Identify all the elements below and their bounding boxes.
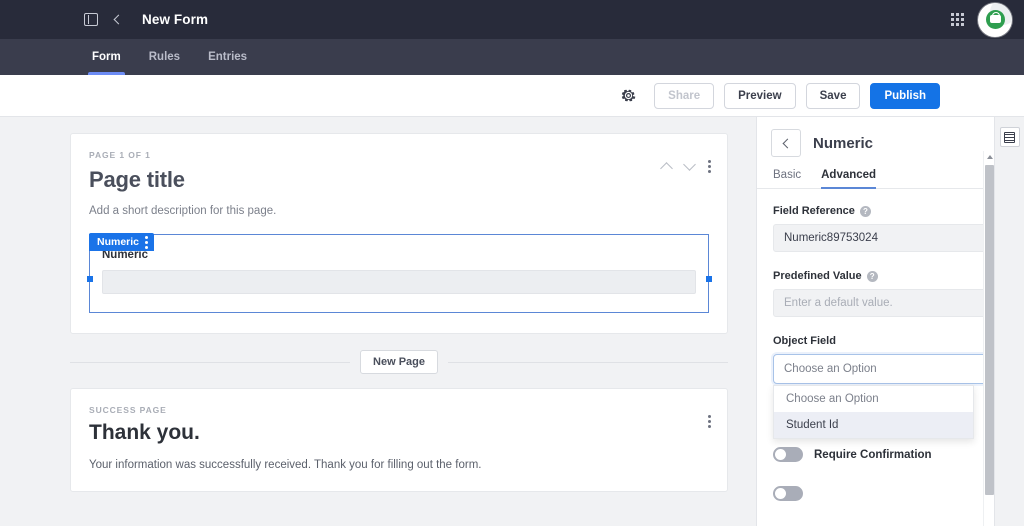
object-field-selected-value: Choose an Option (784, 363, 877, 375)
dropdown-option-student-id[interactable]: Student Id (774, 412, 973, 438)
help-circle-icon[interactable]: ? (859, 205, 871, 217)
form-canvas: PAGE 1 OF 1 Page title Add a short descr… (0, 117, 756, 526)
tab-entries[interactable]: Entries (194, 39, 261, 75)
success-page-card: SUCCESS PAGE Thank you. Your information… (70, 388, 728, 492)
vertical-scrollbar[interactable] (983, 151, 994, 526)
new-page-divider: New Page (70, 350, 728, 374)
dropdown-option-choose[interactable]: Choose an Option (774, 386, 973, 412)
sidebar-toggle-button[interactable] (78, 7, 104, 33)
divider-line-right (447, 361, 728, 363)
kebab-menu-icon[interactable] (708, 160, 711, 173)
predefined-value-input[interactable]: Enter a default value. (773, 289, 1008, 317)
success-card-actions (708, 415, 711, 428)
save-button[interactable]: Save (805, 82, 861, 109)
field-reference-input[interactable]: Numeric89753024 (773, 224, 1008, 252)
tab-advanced[interactable]: Advanced (821, 169, 877, 189)
page-title: New Form (142, 12, 209, 27)
tab-rules-label: Rules (148, 51, 181, 63)
field-kebab-menu-icon[interactable] (145, 235, 149, 249)
top-bar-actions (951, 2, 1012, 37)
panel-back-button[interactable] (771, 129, 801, 157)
chevron-left-icon (782, 138, 793, 148)
help-circle-icon[interactable]: ? (866, 270, 878, 282)
page-card-actions (660, 158, 711, 175)
back-button[interactable] (104, 7, 130, 33)
right-rail (994, 117, 1024, 526)
tab-form-label: Form (92, 51, 121, 63)
success-kebab-menu-icon[interactable] (708, 415, 711, 428)
scrollbar-thumb[interactable] (985, 165, 994, 495)
preview-button[interactable]: Preview (724, 82, 796, 109)
form-field-numeric[interactable]: Numeric Numeric (86, 233, 712, 313)
numeric-input[interactable] (102, 270, 696, 294)
sidebar-panel-icon (84, 13, 98, 26)
tab-advanced-label: Advanced (821, 169, 877, 181)
tab-basic[interactable]: Basic (773, 169, 801, 188)
publish-button[interactable]: Publish (870, 82, 940, 109)
tab-entries-label: Entries (208, 51, 248, 63)
divider-line-left (70, 361, 351, 363)
field-box[interactable]: Numeric (86, 234, 712, 313)
field-reference-label-text: Field Reference (773, 205, 855, 217)
top-bar: New Form (0, 0, 1024, 39)
field-type-tag-label: Numeric (97, 236, 140, 248)
success-page-title[interactable]: Thank you. (89, 421, 709, 445)
panel-list-icon (1004, 131, 1015, 143)
chevron-down-icon[interactable] (683, 158, 696, 171)
tab-rules[interactable]: Rules (135, 39, 194, 75)
tab-basic-label: Basic (773, 169, 802, 181)
chevron-up-icon[interactable] (660, 162, 673, 175)
object-field-dropdown[interactable]: Choose an Option Student Id (773, 385, 974, 439)
require-confirmation-row: Require Confirmation (773, 447, 1008, 462)
main-area: PAGE 1 OF 1 Page title Add a short descr… (0, 117, 1024, 526)
avatar[interactable] (978, 2, 1012, 37)
require-confirmation-toggle[interactable] (773, 447, 803, 462)
main-tab-bar: Form Rules Entries (0, 39, 1024, 75)
page-eyebrow: PAGE 1 OF 1 (89, 150, 151, 160)
predefined-value-label: Predefined Value ? (773, 270, 1008, 282)
new-page-button[interactable]: New Page (360, 350, 438, 374)
grid-apps-icon[interactable] (951, 13, 964, 26)
field-type-tag[interactable]: Numeric (89, 233, 155, 251)
panel-title: Numeric (813, 134, 874, 152)
field-settings-panel: Numeric Basic Advanced Field Reference ?… (756, 117, 1024, 526)
resize-handle-left[interactable] (86, 275, 93, 282)
validation-row-partial (773, 486, 1008, 501)
validation-toggle[interactable] (773, 486, 803, 501)
page-card-description[interactable]: Add a short description for this page. (89, 205, 709, 217)
tab-form[interactable]: Form (78, 39, 135, 75)
predefined-value-label-text: Predefined Value (773, 270, 862, 282)
object-field-select[interactable]: Choose an Option (773, 354, 1008, 384)
share-button[interactable]: Share (654, 82, 715, 109)
panel-list-button[interactable] (999, 127, 1020, 147)
chevron-left-icon (113, 14, 124, 25)
object-field-label: Object Field (773, 335, 1008, 347)
action-toolbar: Share Preview Save Publish (0, 75, 1024, 117)
avatar-logo-icon (985, 10, 1005, 29)
success-page-description[interactable]: Your information was successfully receiv… (89, 459, 709, 471)
page-card-title[interactable]: Page title (89, 167, 709, 193)
field-label: Numeric (102, 249, 149, 261)
scroll-up-arrow-icon[interactable] (986, 155, 993, 159)
require-confirmation-text: Require Confirmation (814, 448, 932, 461)
gear-icon[interactable] (621, 88, 636, 103)
resize-handle-right[interactable] (705, 275, 712, 282)
object-field-label-text: Object Field (773, 335, 836, 347)
page-card: PAGE 1 OF 1 Page title Add a short descr… (70, 133, 728, 334)
field-reference-label: Field Reference ? (773, 205, 1008, 217)
success-page-eyebrow: SUCCESS PAGE (89, 405, 167, 415)
